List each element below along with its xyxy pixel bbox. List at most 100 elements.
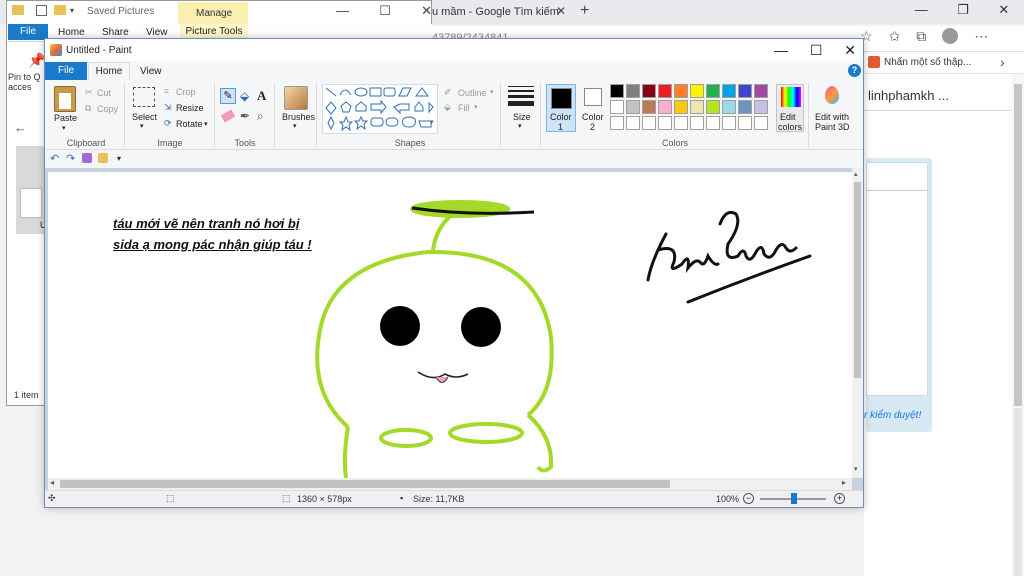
palette-swatch[interactable]	[626, 84, 640, 98]
customize-quick-access-icon[interactable]: ▾	[117, 154, 121, 163]
palette-swatch[interactable]	[722, 100, 736, 114]
palette-swatch[interactable]	[690, 116, 704, 130]
bookmark-item[interactable]: Nhấn một số thập...	[884, 57, 971, 68]
palette-swatch[interactable]	[658, 116, 672, 130]
browser-minimize-icon[interactable]: —	[915, 2, 928, 18]
pencil-icon[interactable]: ✎	[220, 88, 236, 104]
rotate-button[interactable]: Rotate	[176, 119, 203, 129]
color2-swatch[interactable]	[584, 88, 602, 106]
palette-swatch[interactable]	[754, 84, 768, 98]
palette-swatch[interactable]	[690, 100, 704, 114]
palette-swatch[interactable]	[690, 84, 704, 98]
zoom-in-icon[interactable]: +	[834, 493, 845, 504]
manage-tab[interactable]: Manage	[196, 8, 232, 19]
palette-swatch[interactable]	[610, 116, 624, 130]
scroll-up-icon[interactable]: ▴	[854, 170, 858, 178]
paint3d-icon[interactable]	[822, 86, 842, 108]
explorer-tab-share[interactable]: Share	[102, 27, 129, 38]
chevron-down-icon[interactable]: ▾	[70, 6, 74, 15]
scroll-left-icon[interactable]: ◂	[50, 478, 54, 487]
shapes-more-icon[interactable]: ▾	[430, 118, 434, 126]
vertical-scroll-thumb[interactable]	[854, 182, 861, 378]
palette-swatch[interactable]	[706, 116, 720, 130]
palette-swatch[interactable]	[738, 116, 752, 130]
copy-button[interactable]: Copy	[97, 104, 118, 114]
palette-swatch[interactable]	[610, 84, 624, 98]
palette-swatch[interactable]	[722, 84, 736, 98]
explorer-minimize-icon[interactable]: —	[336, 3, 349, 19]
browser-restore-icon[interactable]: ❐	[957, 2, 969, 18]
palette-swatch[interactable]	[706, 100, 720, 114]
size-icon[interactable]	[508, 86, 534, 106]
properties-icon[interactable]	[36, 5, 47, 16]
palette-swatch[interactable]	[642, 84, 656, 98]
palette-swatch[interactable]	[754, 116, 768, 130]
resize-button[interactable]: Resize	[176, 103, 204, 113]
new-tab-icon[interactable]: +	[580, 2, 589, 20]
paint-close-icon[interactable]: ✕	[844, 42, 856, 59]
magnifier-icon[interactable]: ⌕	[257, 109, 264, 124]
redo-icon[interactable]: ↷	[66, 152, 75, 165]
paste-button[interactable]: Paste	[54, 113, 77, 123]
cut-button[interactable]: Cut	[97, 88, 111, 98]
browser-close-icon[interactable]: ✕	[998, 2, 1009, 18]
help-icon[interactable]: ?	[848, 64, 861, 77]
brushes-button[interactable]: Brushes	[282, 112, 315, 122]
shapes-gallery[interactable]	[322, 84, 438, 134]
drawing-canvas[interactable]: táu mới vẽ nên tranh nó hơi bị sida ạ mo…	[48, 172, 852, 478]
zoom-out-icon[interactable]: −	[743, 493, 754, 504]
paste-icon[interactable]	[54, 86, 76, 112]
palette-swatch[interactable]	[642, 116, 656, 130]
collections-icon[interactable]: ⧉	[916, 28, 926, 45]
palette-swatch[interactable]	[754, 100, 768, 114]
palette-swatch[interactable]	[738, 84, 752, 98]
explorer-tab-view[interactable]: View	[146, 27, 168, 38]
palette-swatch[interactable]	[658, 100, 672, 114]
browser-tab-close-icon[interactable]: ✕	[556, 4, 566, 18]
palette-swatch[interactable]	[610, 100, 624, 114]
size-dropdown-icon[interactable]: ▾	[518, 122, 522, 130]
palette-swatch[interactable]	[626, 116, 640, 130]
username-text[interactable]: linhphamkh ...	[868, 88, 949, 103]
palette-swatch[interactable]	[706, 84, 720, 98]
post-editor[interactable]	[866, 162, 928, 396]
favorites-list-icon[interactable]: ✩	[889, 28, 901, 45]
palette-swatch[interactable]	[642, 100, 656, 114]
brushes-dropdown-icon[interactable]: ▾	[293, 122, 297, 130]
chevron-right-icon[interactable]: ›	[1000, 54, 1005, 70]
fill-bucket-icon[interactable]: ⬙	[240, 89, 249, 103]
palette-swatch[interactable]	[626, 100, 640, 114]
more-menu-icon[interactable]: ⋯	[974, 28, 988, 45]
select-icon[interactable]	[133, 87, 155, 107]
brushes-icon[interactable]	[284, 86, 308, 110]
outline-dropdown[interactable]: Outline	[458, 88, 487, 98]
crop-button[interactable]: Crop	[176, 87, 196, 97]
explorer-maximize-icon[interactable]: ☐	[379, 3, 391, 19]
paint-maximize-icon[interactable]: ☐	[810, 42, 823, 59]
rotate-dropdown-icon[interactable]: ▾	[204, 120, 208, 128]
paint-tab-view[interactable]: View	[140, 66, 162, 77]
new-folder-icon[interactable]	[54, 5, 66, 15]
explorer-close-icon[interactable]: ✕	[421, 3, 432, 19]
paint3d-label-2[interactable]: Paint 3D	[815, 122, 850, 132]
horizontal-scroll-thumb[interactable]	[60, 480, 670, 488]
pin-quick-access-button[interactable]: Pin to Q acces	[8, 72, 48, 92]
back-arrow-icon[interactable]: ←	[14, 120, 27, 135]
palette-swatch[interactable]	[674, 100, 688, 114]
paint-tab-home[interactable]: Home	[88, 62, 130, 81]
paint-tab-file[interactable]: File	[45, 62, 87, 80]
panel-link[interactable]: r kiểm duyệt!	[864, 410, 921, 421]
zoom-slider-thumb[interactable]	[791, 493, 797, 504]
scroll-right-icon[interactable]: ▸	[842, 478, 846, 487]
select-dropdown-icon[interactable]: ▾	[140, 122, 144, 130]
fill-dropdown-icon[interactable]: ▾	[474, 103, 478, 111]
profile-avatar-icon[interactable]	[942, 28, 959, 44]
scroll-down-icon[interactable]: ▾	[854, 465, 858, 473]
select-button[interactable]: Select	[132, 112, 157, 122]
text-tool-icon[interactable]: A	[257, 88, 266, 104]
palette-swatch[interactable]	[674, 116, 688, 130]
palette-swatch[interactable]	[738, 100, 752, 114]
fill-dropdown[interactable]: Fill	[458, 103, 470, 113]
browser-scrollbar-thumb[interactable]	[1014, 84, 1022, 406]
save-icon[interactable]	[82, 153, 92, 163]
